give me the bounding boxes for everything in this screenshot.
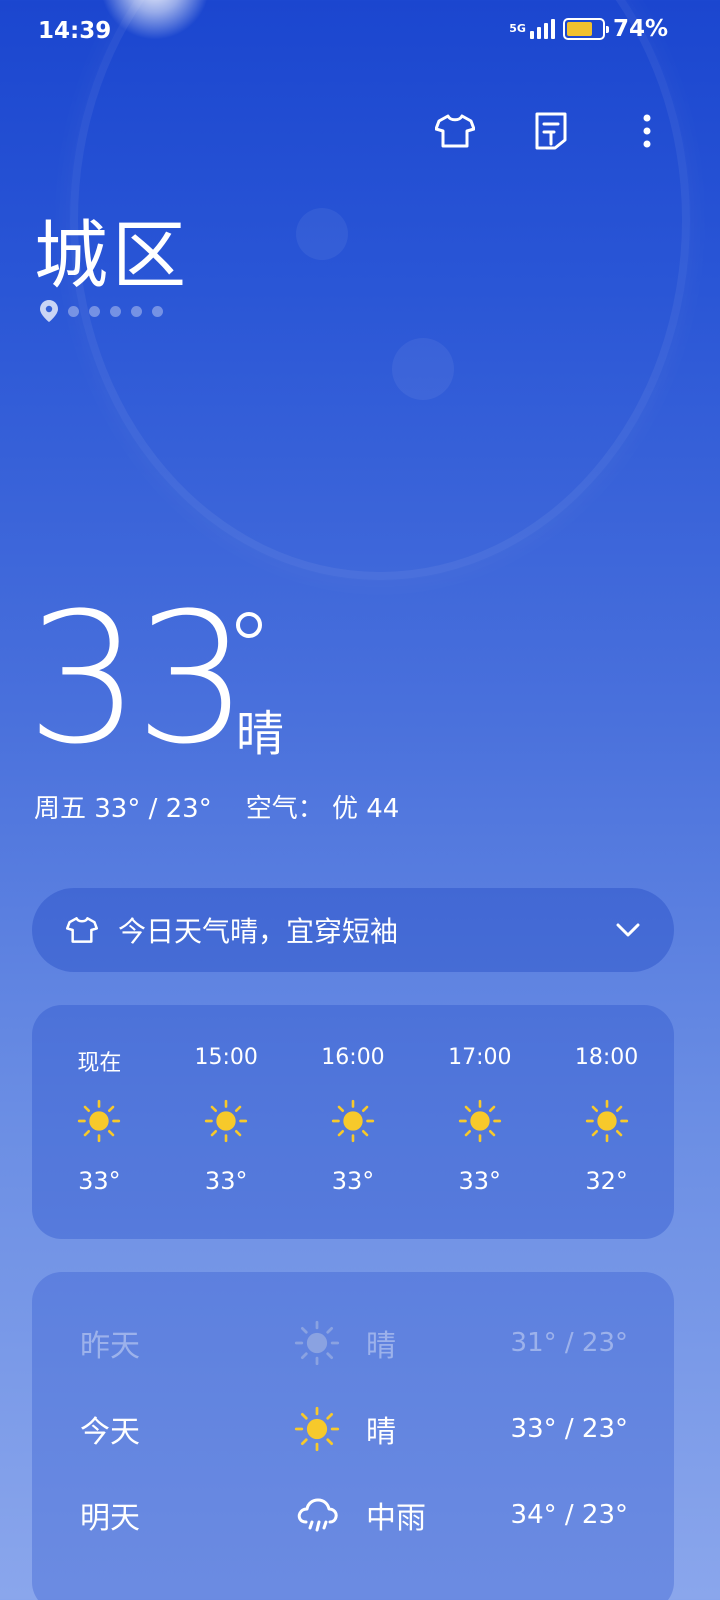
hourly-item: 现在 33° <box>36 1045 163 1239</box>
page-dot <box>89 305 100 317</box>
current-temperature: 33 <box>26 575 249 784</box>
city-name[interactable]: 城区 <box>34 196 190 303</box>
status-indicators: 5G 74% <box>509 16 668 42</box>
sun-icon <box>294 1320 340 1366</box>
day-temps: 33° / 23° <box>510 1414 628 1444</box>
daily-forecast[interactable]: 昨天 晴 31° / 23° 今天 晴 33° / 23° 明天 中雨 34° … <box>32 1272 674 1600</box>
rain-cloud-icon <box>294 1492 340 1538</box>
status-time: 14:39 <box>38 18 112 44</box>
degree-symbol <box>236 612 262 638</box>
day-condition: 晴 <box>366 1329 396 1364</box>
hour-temp: 33° <box>78 1167 121 1195</box>
page-dot <box>131 305 142 317</box>
hourly-item: 18:00 32° <box>543 1045 670 1239</box>
outfit-button[interactable] <box>432 108 478 154</box>
day-name: 今天 <box>80 1415 140 1450</box>
hour-temp: 33° <box>458 1167 502 1195</box>
hourly-item: 17:00 33° <box>416 1045 543 1239</box>
hour-time: 15:00 <box>194 1045 258 1070</box>
top-actions <box>432 108 670 154</box>
location-pin-icon <box>40 300 58 322</box>
report-button[interactable] <box>528 108 574 154</box>
tshirt-icon <box>435 114 475 148</box>
daily-row[interactable]: 明天 中雨 34° / 23° <box>32 1472 674 1558</box>
clothing-advice[interactable]: 今日天气晴，宜穿短袖 <box>32 888 674 972</box>
battery-percent: 74% <box>612 16 668 42</box>
daily-row[interactable]: 昨天 晴 31° / 23° <box>32 1300 674 1386</box>
hourly-item: 15:00 33° <box>163 1045 290 1239</box>
hour-time: 16:00 <box>321 1045 385 1070</box>
page-dot <box>152 305 163 317</box>
document-icon <box>535 112 567 150</box>
hour-time: 现在 <box>77 1051 122 1076</box>
daily-row[interactable]: 今天 晴 33° / 23° <box>32 1386 674 1472</box>
hourly-forecast[interactable]: 现在 33° 15:00 33° 16:00 33° 17:00 33° 18:… <box>32 1005 674 1239</box>
hour-temp: 33° <box>204 1167 248 1195</box>
day-temps: 34° / 23° <box>510 1500 628 1530</box>
more-button[interactable] <box>624 108 670 154</box>
day-range: 周五 33° / 23° <box>34 794 212 824</box>
hour-temp: 33° <box>331 1167 375 1195</box>
sun-icon <box>458 1099 502 1143</box>
page-dot <box>68 305 79 317</box>
today-summary: 周五 33° / 23° 空气： 优 44 <box>34 788 399 825</box>
day-condition: 中雨 <box>366 1501 426 1536</box>
day-temps: 31° / 23° <box>510 1328 628 1358</box>
lens-flare <box>296 208 348 260</box>
hour-time: 18:00 <box>574 1045 639 1070</box>
battery-icon <box>562 18 609 40</box>
day-condition: 晴 <box>366 1415 396 1450</box>
sun-icon <box>294 1406 340 1452</box>
battery-fill <box>566 22 593 36</box>
signal-icon <box>529 19 555 39</box>
day-name: 昨天 <box>80 1329 140 1364</box>
hourly-item: 16:00 33° <box>290 1045 417 1239</box>
lens-flare <box>392 338 454 400</box>
current-condition: 晴 <box>236 706 285 762</box>
more-vertical-icon <box>643 114 651 148</box>
hour-temp: 32° <box>585 1167 628 1195</box>
tshirt-icon <box>66 913 100 947</box>
sun-icon <box>77 1099 121 1143</box>
sun-icon <box>331 1099 375 1143</box>
sun-icon <box>204 1099 248 1143</box>
air-quality[interactable]: 空气： 优 44 <box>246 788 400 825</box>
day-name: 明天 <box>80 1501 140 1536</box>
advice-text: 今日天气晴，宜穿短袖 <box>118 915 399 948</box>
location-pager[interactable] <box>40 300 163 322</box>
network-type: 5G <box>509 22 526 35</box>
status-bar: 14:39 5G 74% <box>0 0 720 64</box>
chevron-down-icon[interactable] <box>616 916 644 944</box>
sun-icon <box>585 1099 629 1143</box>
hour-time: 17:00 <box>448 1045 512 1070</box>
page-dot <box>110 305 121 317</box>
